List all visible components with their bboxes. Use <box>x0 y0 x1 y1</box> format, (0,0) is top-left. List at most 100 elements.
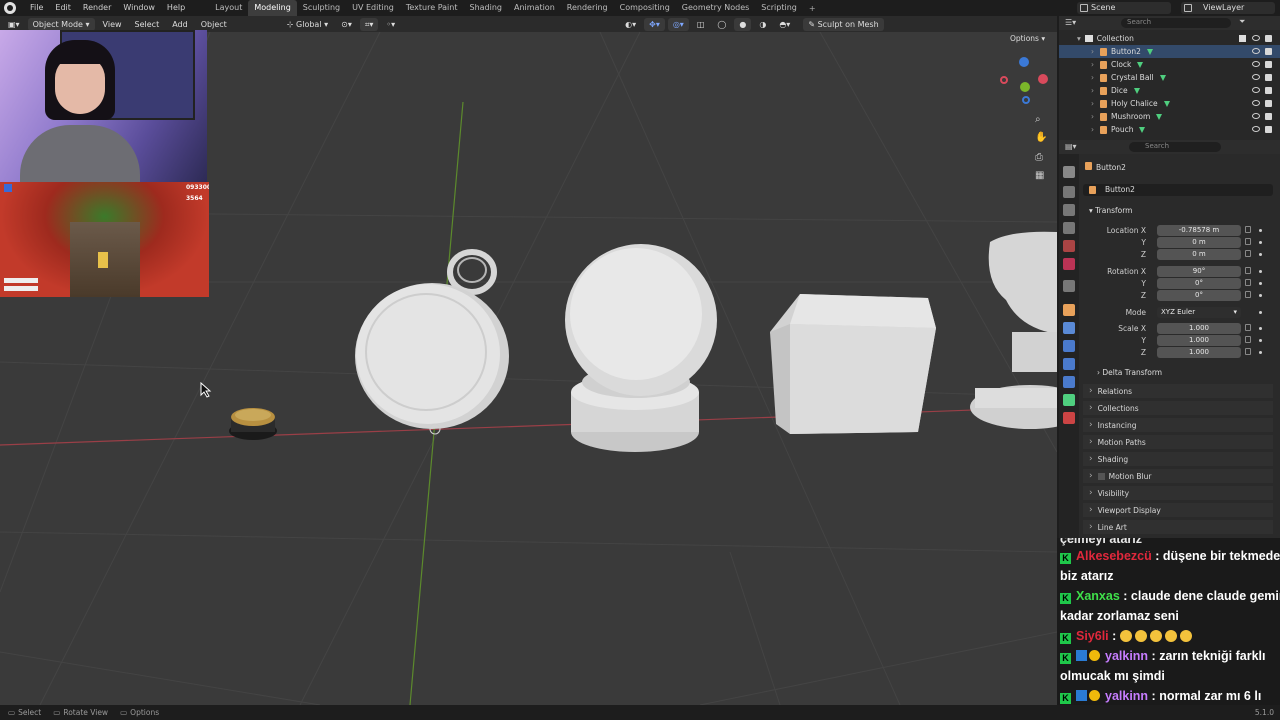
outliner-item-button2[interactable]: › Button2 <box>1059 45 1280 58</box>
xray-toggle[interactable]: ◫ <box>692 18 710 31</box>
tab-compositing[interactable]: Compositing <box>614 0 676 16</box>
physics-tab-icon[interactable] <box>1063 358 1075 370</box>
rotation-x-field[interactable]: 90° <box>1157 265 1241 277</box>
filter-icon[interactable]: ⏷ <box>1239 17 1245 27</box>
visibility-dropdown[interactable]: ◐▾ <box>620 18 641 31</box>
render-tab-icon[interactable] <box>1063 186 1075 198</box>
keyframe-dot-icon[interactable] <box>1259 294 1262 297</box>
lock-icon[interactable] <box>1245 348 1251 355</box>
panel-motion-paths[interactable]: Motion Paths <box>1083 435 1273 449</box>
properties-search-input[interactable]: Search <box>1129 142 1221 152</box>
menu-window[interactable]: Window <box>117 0 161 16</box>
lock-icon[interactable] <box>1245 279 1251 286</box>
lock-icon[interactable] <box>1245 267 1251 274</box>
outliner-item-crystal-ball[interactable]: › Crystal Ball <box>1059 71 1280 84</box>
lock-icon[interactable] <box>1245 238 1251 245</box>
render-icon[interactable] <box>1265 113 1272 120</box>
visibility-icon[interactable] <box>1252 61 1260 67</box>
viewlayer-selector[interactable]: ViewLayer <box>1181 2 1275 14</box>
rendered-shading-button[interactable]: ◓▾ <box>774 18 795 31</box>
scale-z-field[interactable]: 1.000 <box>1157 346 1241 358</box>
collection-render-icon[interactable] <box>1265 35 1272 42</box>
panel-visibility[interactable]: Visibility <box>1083 486 1273 500</box>
menu-render[interactable]: Render <box>77 0 117 16</box>
gizmo-neg-x-axis[interactable] <box>1000 76 1008 84</box>
tab-texture-paint[interactable]: Texture Paint <box>400 0 464 16</box>
zoom-icon[interactable]: ⌕ <box>1035 114 1041 125</box>
tab-shading[interactable]: Shading <box>463 0 508 16</box>
outliner-item-holy-chalice[interactable]: › Holy Chalice <box>1059 97 1280 110</box>
object-menu[interactable]: Object <box>196 18 232 31</box>
proportional-edit-toggle[interactable]: ◦▾ <box>381 18 400 31</box>
menu-help[interactable]: Help <box>161 0 191 16</box>
tab-modeling[interactable]: Modeling <box>248 0 297 16</box>
motion-blur-checkbox[interactable] <box>1097 472 1105 480</box>
lock-icon[interactable] <box>1245 226 1251 233</box>
blender-logo-icon[interactable] <box>4 2 16 14</box>
wireframe-shading-button[interactable]: ◯ <box>712 18 731 31</box>
location-x-field[interactable]: -0.78578 m <box>1157 224 1241 236</box>
options-dropdown[interactable]: Options ▾ <box>1010 34 1045 43</box>
keyframe-dot-icon[interactable] <box>1259 253 1262 256</box>
editor-type-button[interactable]: ▣▾ <box>3 18 25 31</box>
lock-icon[interactable] <box>1245 250 1251 257</box>
visibility-icon[interactable] <box>1252 48 1260 54</box>
render-icon[interactable] <box>1265 100 1272 107</box>
rotation-mode-dropdown[interactable]: XYZ Euler ▾ <box>1157 306 1241 318</box>
holy-chalice-object[interactable] <box>970 231 1057 429</box>
delta-transform-subpanel[interactable]: › Delta Transform <box>1097 368 1162 377</box>
tab-animation[interactable]: Animation <box>508 0 561 16</box>
data-tab-icon[interactable] <box>1063 394 1075 406</box>
lock-icon[interactable] <box>1245 291 1251 298</box>
mesh-data-icon[interactable] <box>1137 61 1144 68</box>
select-menu[interactable]: Select <box>130 18 165 31</box>
outliner-search-input[interactable]: Search <box>1121 18 1231 28</box>
snap-toggle[interactable]: ⌗▾ <box>359 17 379 31</box>
tab-uv-editing[interactable]: UV Editing <box>346 0 400 16</box>
lock-icon[interactable] <box>1245 336 1251 343</box>
gizmo-neg-z-axis[interactable] <box>1022 96 1030 104</box>
keyframe-dot-icon[interactable] <box>1259 311 1262 314</box>
gizmo-y-axis[interactable] <box>1020 82 1030 92</box>
tab-geometry-nodes[interactable]: Geometry Nodes <box>676 0 755 16</box>
transform-panel-header[interactable]: ▾ Transform <box>1089 206 1132 215</box>
keyframe-dot-icon[interactable] <box>1259 339 1262 342</box>
properties-editor-icon[interactable]: ▤▾ <box>1065 142 1077 151</box>
keyframe-dot-icon[interactable] <box>1259 351 1262 354</box>
material-shading-button[interactable]: ◑ <box>754 18 771 31</box>
visibility-icon[interactable] <box>1252 74 1260 80</box>
keyframe-dot-icon[interactable] <box>1259 229 1262 232</box>
collection-row[interactable]: ▾ Collection <box>1059 32 1280 45</box>
material-tab-icon[interactable] <box>1063 412 1075 424</box>
collection-checkbox[interactable] <box>1239 35 1246 42</box>
orientation-dropdown[interactable]: ⊹ Global ▾ <box>282 18 333 31</box>
gizmo-z-axis[interactable] <box>1019 57 1029 67</box>
visibility-icon[interactable] <box>1252 126 1260 132</box>
mesh-data-icon[interactable] <box>1163 100 1170 107</box>
render-icon[interactable] <box>1265 48 1272 55</box>
mesh-data-icon[interactable] <box>1146 48 1153 55</box>
outliner-editor-icon[interactable]: ☰▾ <box>1065 18 1076 27</box>
panel-line-art[interactable]: Line Art <box>1083 520 1273 534</box>
keyframe-dot-icon[interactable] <box>1259 282 1262 285</box>
menu-file[interactable]: File <box>24 0 49 16</box>
constraints-tab-icon[interactable] <box>1063 376 1075 388</box>
visibility-icon[interactable] <box>1252 100 1260 106</box>
dice-object[interactable] <box>770 294 936 434</box>
render-icon[interactable] <box>1265 87 1272 94</box>
tab-sculpting[interactable]: Sculpting <box>297 0 346 16</box>
visibility-icon[interactable] <box>1252 113 1260 119</box>
location-y-field[interactable]: 0 m <box>1157 236 1241 248</box>
visibility-icon[interactable] <box>1252 87 1260 93</box>
crystal-ball-object[interactable] <box>565 244 717 452</box>
clock-object[interactable] <box>355 249 509 429</box>
outliner-item-clock[interactable]: › Clock <box>1059 58 1280 71</box>
add-workspace-button[interactable]: + <box>803 4 822 13</box>
output-tab-icon[interactable] <box>1063 204 1075 216</box>
outliner-item-mushroom[interactable]: › Mushroom <box>1059 110 1280 123</box>
lock-icon[interactable] <box>1245 324 1251 331</box>
mesh-data-icon[interactable] <box>1156 113 1163 120</box>
collection-expand-icon[interactable]: ▾ <box>1077 34 1081 43</box>
menu-edit[interactable]: Edit <box>49 0 77 16</box>
view-menu[interactable]: View <box>98 18 127 31</box>
